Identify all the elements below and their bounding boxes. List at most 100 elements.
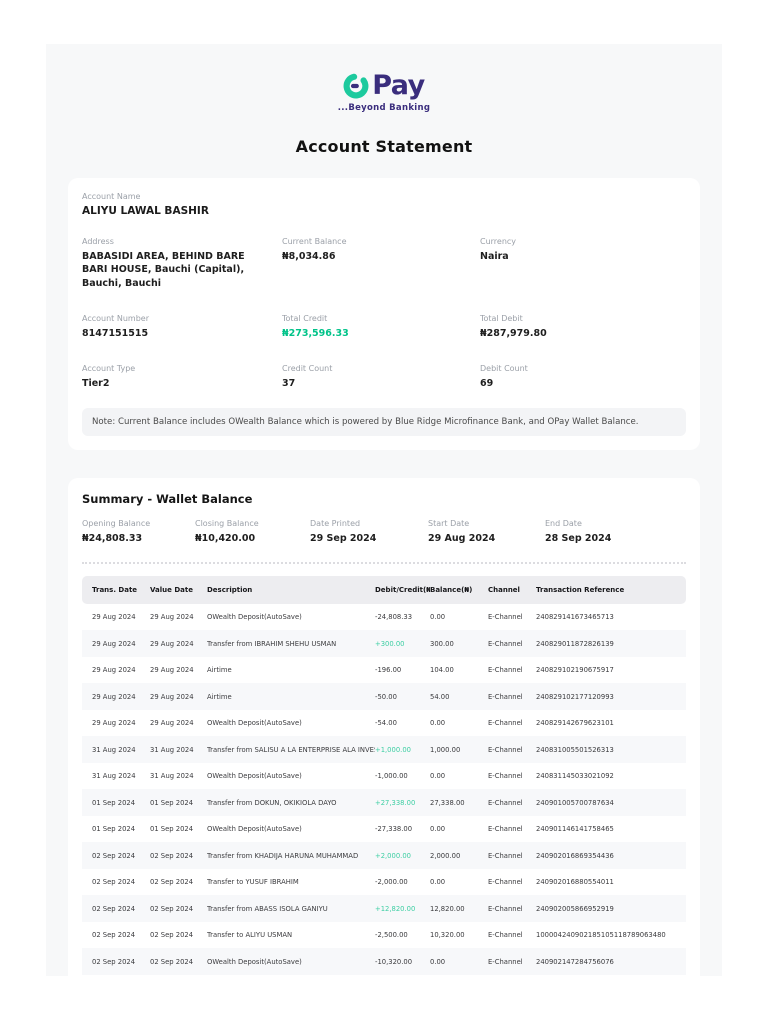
statement-page: Pay ...Beyond Banking Account Statement … <box>46 44 722 976</box>
cell-value-date: 29 Aug 2024 <box>150 719 194 728</box>
cell-trans-date: 29 Aug 2024 <box>92 692 136 701</box>
cell-balance: 10,320.00 <box>430 931 465 940</box>
col-debit-credit: Debit/Credit(₦) <box>375 585 430 594</box>
field-current-balance: Current Balance ₦8,034.86 <box>282 237 347 262</box>
dotted-divider <box>82 561 686 564</box>
cell-value-date: 02 Sep 2024 <box>150 904 194 913</box>
cell-transaction-reference: 240831145033021092 <box>536 772 614 781</box>
cell-debit-credit: -27,338.00 <box>375 825 413 834</box>
cell-channel: E-Channel <box>488 692 523 701</box>
field-account-number: Account Number 8147151515 <box>82 313 149 339</box>
cell-value-date: 29 Aug 2024 <box>150 639 194 648</box>
cell-channel: E-Channel <box>488 745 523 754</box>
cell-value-date: 02 Sep 2024 <box>150 851 194 860</box>
cell-description: Transfer to YUSUF IBRAHIM <box>207 878 299 887</box>
summary-heading: Summary - Wallet Balance <box>82 492 253 507</box>
cell-transaction-reference: 240902016880554011 <box>536 878 614 887</box>
cell-channel: E-Channel <box>488 931 523 940</box>
cell-description: Transfer from DOKUN, OKIKIOLA DAYO <box>207 798 337 807</box>
transaction-row: 02 Sep 2024 02 Sep 2024 Transfer from KH… <box>82 842 686 869</box>
cell-balance: 0.00 <box>430 719 446 728</box>
cell-balance: 0.00 <box>430 613 446 622</box>
transaction-row: 29 Aug 2024 29 Aug 2024 Transfer from IB… <box>82 630 686 657</box>
field-end-date: End Date 28 Sep 2024 <box>545 519 612 545</box>
transaction-row: 29 Aug 2024 29 Aug 2024 OWealth Deposit(… <box>82 709 686 737</box>
cell-channel: E-Channel <box>488 957 523 966</box>
cell-trans-date: 29 Aug 2024 <box>92 719 136 728</box>
col-channel: Channel <box>488 585 520 594</box>
cell-balance: 0.00 <box>430 957 446 966</box>
cell-balance: 0.00 <box>430 772 446 781</box>
cell-debit-credit: +1,000.00 <box>375 745 411 754</box>
account-info-card: Account Name ALIYU LAWAL BASHIR Address … <box>68 178 700 451</box>
opay-tagline: ...Beyond Banking <box>337 103 431 113</box>
cell-debit-credit: -196.00 <box>375 666 402 675</box>
opay-logo: Pay ...Beyond Banking <box>46 70 722 113</box>
cell-trans-date: 02 Sep 2024 <box>92 931 136 940</box>
cell-debit-credit: -50.00 <box>375 692 397 701</box>
cell-trans-date: 29 Aug 2024 <box>92 639 136 648</box>
cell-trans-date: 31 Aug 2024 <box>92 745 136 754</box>
cell-channel: E-Channel <box>488 825 523 834</box>
cell-value-date: 31 Aug 2024 <box>150 772 194 781</box>
cell-transaction-reference: 100004240902185105118789063480 <box>536 931 666 940</box>
cell-value-date: 02 Sep 2024 <box>150 931 194 940</box>
cell-transaction-reference: 240901146141758465 <box>536 825 614 834</box>
cell-value-date: 29 Aug 2024 <box>150 666 194 675</box>
cell-transaction-reference: 240902016869354436 <box>536 851 614 860</box>
col-trans-date: Trans. Date <box>92 585 138 594</box>
cell-transaction-reference: 240902147284756076 <box>536 957 614 966</box>
cell-balance: 1,000.00 <box>430 745 461 754</box>
cell-channel: E-Channel <box>488 613 523 622</box>
cell-value-date: 01 Sep 2024 <box>150 798 194 807</box>
cell-description: Transfer to ALIYU USMAN <box>207 931 293 940</box>
cell-value-date: 29 Aug 2024 <box>150 613 194 622</box>
cell-channel: E-Channel <box>488 639 523 648</box>
cell-description: Airtime <box>207 666 232 675</box>
transaction-row: 31 Aug 2024 31 Aug 2024 Transfer from SA… <box>82 736 686 763</box>
cell-value-date: 01 Sep 2024 <box>150 825 194 834</box>
cell-trans-date: 02 Sep 2024 <box>92 878 136 887</box>
cell-trans-date: 29 Aug 2024 <box>92 666 136 675</box>
transaction-row: 29 Aug 2024 29 Aug 2024 Airtime -196.00 … <box>82 656 686 684</box>
field-total-debit: Total Debit ₦287,979.80 <box>480 313 547 339</box>
field-start-date: Start Date 29 Aug 2024 <box>428 519 496 545</box>
transaction-row: 31 Aug 2024 31 Aug 2024 OWealth Deposit(… <box>82 762 686 790</box>
cell-transaction-reference: 240829141673465713 <box>536 613 614 622</box>
cell-debit-credit: +12,820.00 <box>375 904 416 913</box>
opay-o-icon <box>343 73 369 99</box>
cell-balance: 0.00 <box>430 825 446 834</box>
cell-balance: 300.00 <box>430 639 454 648</box>
field-opening-balance: Opening Balance ₦24,808.33 <box>82 519 151 545</box>
cell-debit-credit: -2,500.00 <box>375 931 408 940</box>
summary-card: Summary - Wallet Balance Opening Balance… <box>68 478 700 976</box>
cell-value-date: 02 Sep 2024 <box>150 878 194 887</box>
cell-transaction-reference: 240829102177120993 <box>536 692 614 701</box>
transaction-row: 02 Sep 2024 02 Sep 2024 Transfer to ALIY… <box>82 921 686 949</box>
cell-balance: 104.00 <box>430 666 454 675</box>
cell-channel: E-Channel <box>488 772 523 781</box>
cell-channel: E-Channel <box>488 666 523 675</box>
account-name-label: Account Name <box>82 192 141 201</box>
cell-description: Airtime <box>207 692 232 701</box>
transaction-row: 02 Sep 2024 02 Sep 2024 OWealth Deposit(… <box>82 948 686 975</box>
field-credit-count: Credit Count 37 <box>282 364 333 390</box>
cell-trans-date: 02 Sep 2024 <box>92 904 136 913</box>
cell-debit-credit: -10,320.00 <box>375 957 413 966</box>
cell-debit-credit: -2,000.00 <box>375 878 408 887</box>
cell-value-date: 02 Sep 2024 <box>150 957 194 966</box>
cell-transaction-reference: 240902005866952919 <box>536 904 614 913</box>
col-balance: Balance(₦) <box>430 585 473 594</box>
field-closing-balance: Closing Balance ₦10,420.00 <box>195 519 259 545</box>
cell-value-date: 31 Aug 2024 <box>150 745 194 754</box>
transaction-rows: 29 Aug 2024 29 Aug 2024 OWealth Deposit(… <box>82 603 686 976</box>
cell-debit-credit: -24,808.33 <box>375 613 413 622</box>
cell-transaction-reference: 240829011872826139 <box>536 639 614 648</box>
cell-balance: 12,820.00 <box>430 904 465 913</box>
account-fields-grid: Address BABASIDI AREA, BEHIND BARE BARI … <box>82 237 686 390</box>
transaction-row: 02 Sep 2024 02 Sep 2024 Transfer from AB… <box>82 895 686 922</box>
cell-debit-credit: +27,338.00 <box>375 798 416 807</box>
opay-logo-text: Pay <box>372 70 425 101</box>
cell-description: OWealth Deposit(AutoSave) <box>207 825 302 834</box>
cell-channel: E-Channel <box>488 878 523 887</box>
